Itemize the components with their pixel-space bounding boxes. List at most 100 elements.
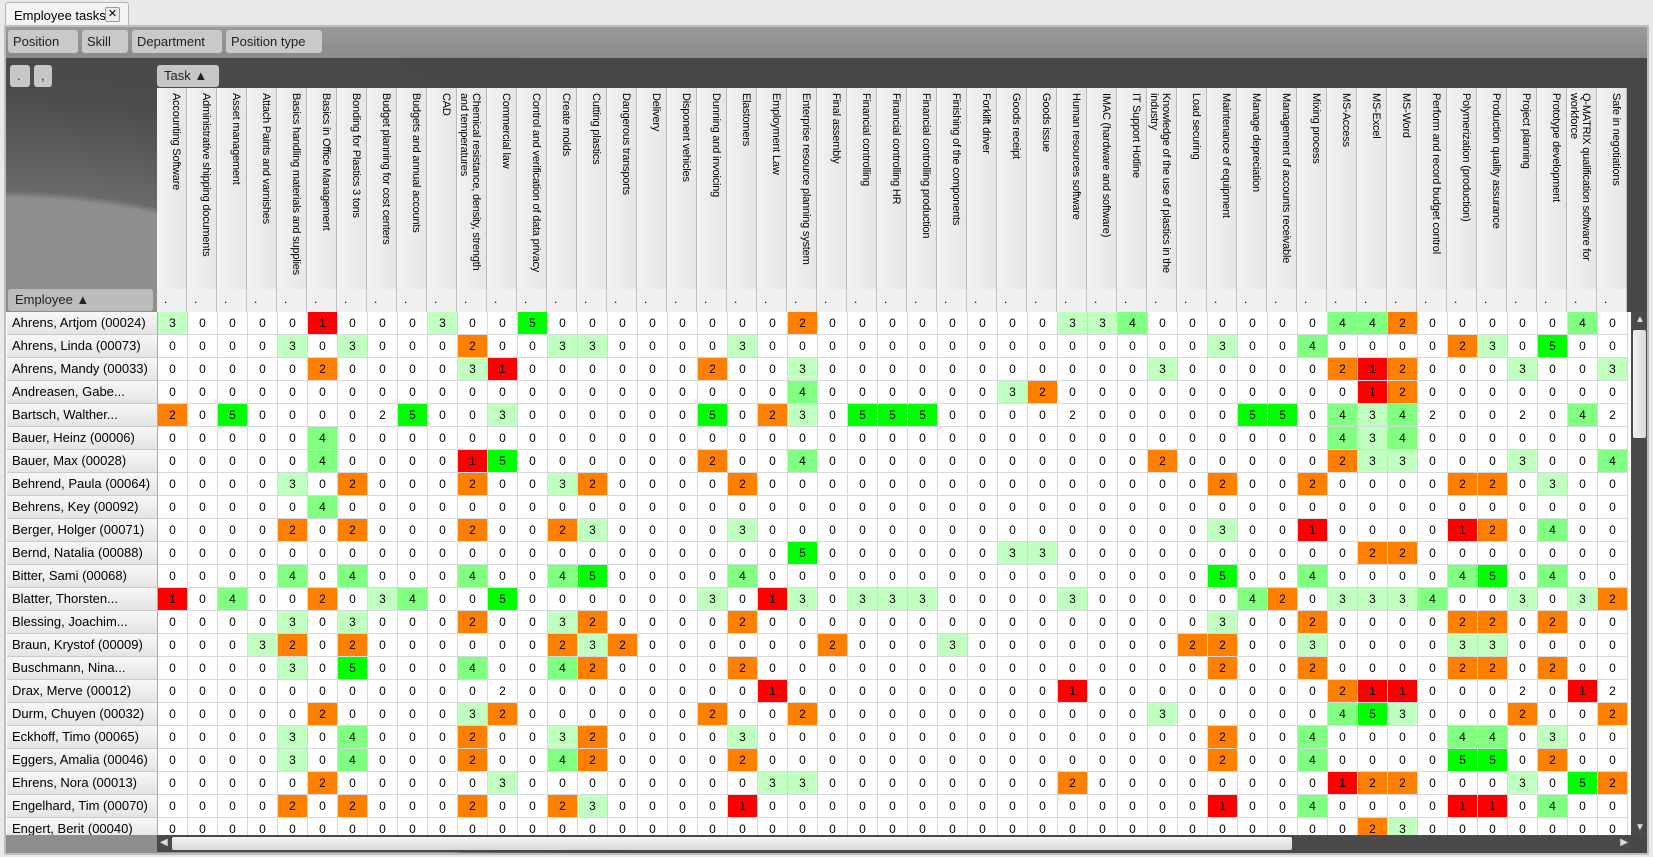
task-cell[interactable]: 0 (188, 565, 218, 588)
task-cell[interactable]: 0 (968, 772, 998, 795)
task-cell[interactable]: 0 (1088, 726, 1118, 749)
task-cell[interactable]: 0 (158, 611, 188, 634)
task-cell[interactable]: 0 (698, 496, 728, 519)
task-cell[interactable]: 0 (368, 657, 398, 680)
task-cell[interactable]: 0 (728, 818, 758, 835)
task-cell[interactable]: 0 (578, 772, 608, 795)
task-cell[interactable]: 0 (998, 496, 1028, 519)
task-cell[interactable]: 0 (1148, 588, 1178, 611)
task-cell[interactable]: 0 (1268, 565, 1298, 588)
task-cell[interactable]: 2 (1388, 312, 1418, 335)
task-cell[interactable]: 0 (158, 818, 188, 835)
task-cell[interactable]: 0 (818, 795, 848, 818)
task-cell[interactable]: 0 (1148, 473, 1178, 496)
task-cell[interactable]: 2 (458, 519, 488, 542)
task-cell[interactable]: 0 (518, 358, 548, 381)
task-cell[interactable]: 0 (368, 496, 398, 519)
task-cell[interactable]: 3 (1448, 634, 1478, 657)
task-cell[interactable]: 0 (368, 519, 398, 542)
task-cell[interactable]: 3 (1208, 519, 1238, 542)
task-cell[interactable]: 0 (1058, 335, 1088, 358)
task-cell[interactable]: 0 (248, 404, 278, 427)
task-cell[interactable]: 2 (278, 519, 308, 542)
scroll-up-icon[interactable]: ▲ (1635, 314, 1645, 325)
task-cell[interactable]: 4 (1298, 749, 1328, 772)
task-cell[interactable]: 0 (1118, 450, 1148, 473)
task-cell[interactable]: 0 (188, 450, 218, 473)
task-cell[interactable]: 2 (1358, 772, 1388, 795)
task-cell[interactable]: 0 (398, 312, 428, 335)
task-cell[interactable]: 2 (458, 795, 488, 818)
task-cell[interactable]: 0 (938, 588, 968, 611)
task-cell[interactable]: 2 (578, 611, 608, 634)
task-cell[interactable]: 0 (938, 312, 968, 335)
task-cell[interactable]: 5 (1268, 404, 1298, 427)
task-cell[interactable]: 0 (458, 312, 488, 335)
task-cell[interactable]: 0 (488, 542, 518, 565)
task-cell[interactable]: 0 (1508, 726, 1538, 749)
task-cell[interactable]: 0 (428, 588, 458, 611)
task-cell[interactable]: 0 (308, 404, 338, 427)
task-cell[interactable]: 3 (578, 335, 608, 358)
task-cell[interactable]: 0 (758, 795, 788, 818)
task-cell[interactable]: 0 (698, 726, 728, 749)
task-cell[interactable]: 4 (1568, 312, 1598, 335)
task-cell[interactable]: 0 (728, 358, 758, 381)
task-cell[interactable]: 0 (1508, 749, 1538, 772)
task-cell[interactable]: 0 (158, 703, 188, 726)
task-cell[interactable]: 0 (668, 588, 698, 611)
scroll-left-icon[interactable]: ◀ (160, 837, 168, 848)
task-cell[interactable]: 2 (368, 404, 398, 427)
task-cell[interactable]: 0 (1088, 381, 1118, 404)
column-filter-cell[interactable]: . (1267, 289, 1297, 312)
task-cell[interactable]: 3 (788, 358, 818, 381)
task-cell[interactable]: 2 (1538, 611, 1568, 634)
task-cell[interactable]: 0 (1118, 381, 1148, 404)
task-cell[interactable]: 0 (488, 519, 518, 542)
task-cell[interactable]: 0 (1298, 381, 1328, 404)
task-column-header[interactable]: Dunning and invoicing (697, 88, 727, 289)
task-cell[interactable]: 0 (1568, 749, 1598, 772)
task-cell[interactable]: 0 (1058, 726, 1088, 749)
task-cell[interactable]: 0 (518, 496, 548, 519)
task-cell[interactable]: 0 (368, 680, 398, 703)
employee-name[interactable]: Ahrens, Linda (00073) (7, 335, 158, 358)
task-cell[interactable]: 0 (488, 496, 518, 519)
task-cell[interactable]: 0 (488, 312, 518, 335)
task-cell[interactable]: 0 (428, 427, 458, 450)
task-cell[interactable]: 0 (1118, 795, 1148, 818)
task-cell[interactable]: 0 (878, 519, 908, 542)
task-cell[interactable]: 0 (818, 404, 848, 427)
task-cell[interactable]: 0 (488, 818, 518, 835)
task-cell[interactable]: 0 (1208, 381, 1238, 404)
column-filter-cell[interactable]: . (1417, 289, 1447, 312)
task-cell[interactable]: 0 (518, 703, 548, 726)
task-cell[interactable]: 0 (1268, 473, 1298, 496)
task-cell[interactable]: 0 (1208, 680, 1238, 703)
task-cell[interactable]: 0 (1448, 703, 1478, 726)
task-cell[interactable]: 0 (1448, 818, 1478, 835)
task-cell[interactable]: 0 (1598, 726, 1628, 749)
vertical-scrollbar[interactable]: ▲ ▼ (1631, 312, 1647, 835)
task-cell[interactable]: 0 (1028, 611, 1058, 634)
task-cell[interactable]: 0 (158, 542, 188, 565)
task-cell[interactable]: 0 (1028, 450, 1058, 473)
employee-name[interactable]: Bauer, Max (00028) (7, 450, 158, 473)
task-cell[interactable]: 0 (428, 818, 458, 835)
task-cell[interactable]: 0 (1418, 795, 1448, 818)
task-cell[interactable]: 0 (1088, 588, 1118, 611)
task-cell[interactable]: 0 (1208, 496, 1238, 519)
task-column-header[interactable]: Financial controlling HR (877, 88, 907, 289)
task-cell[interactable]: 0 (458, 588, 488, 611)
task-cell[interactable]: 0 (878, 749, 908, 772)
task-cell[interactable]: 3 (728, 335, 758, 358)
column-filter-cell[interactable]: . (877, 289, 907, 312)
task-cell[interactable]: 0 (548, 542, 578, 565)
task-cell[interactable]: 0 (908, 726, 938, 749)
task-cell[interactable]: 0 (1568, 634, 1598, 657)
task-cell[interactable]: 0 (518, 381, 548, 404)
task-cell[interactable]: 0 (818, 703, 848, 726)
task-cell[interactable]: 0 (668, 795, 698, 818)
task-cell[interactable]: 0 (1178, 450, 1208, 473)
task-column-header[interactable]: Finishing of the components (937, 88, 967, 289)
